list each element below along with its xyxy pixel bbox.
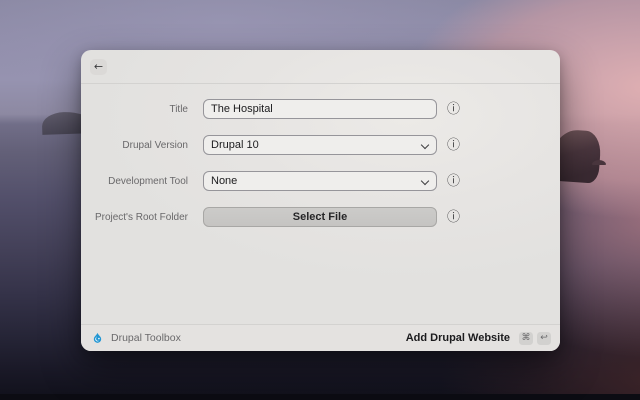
command-key-icon: ⌘ (519, 332, 533, 345)
app-name: Drupal Toolbox (111, 332, 181, 344)
drupal-toolbox-window: ← Title ⓘ Drupal Version Drupal 10 ⓘ Dev… (81, 50, 560, 351)
drupal-version-value: Drupal 10 (211, 139, 259, 151)
rock-silhouette (592, 160, 606, 165)
form-row-root-folder: Project's Root Folder Select File ⓘ (81, 207, 560, 227)
info-icon[interactable]: ⓘ (447, 175, 460, 188)
form-row-title: Title ⓘ (81, 99, 560, 119)
form-area: Title ⓘ Drupal Version Drupal 10 ⓘ Devel… (81, 84, 560, 324)
window-header: ← (81, 50, 560, 84)
back-button[interactable]: ← (90, 59, 107, 75)
development-tool-label: Development Tool (81, 176, 188, 187)
title-label: Title (81, 104, 188, 115)
info-icon[interactable]: ⓘ (447, 139, 460, 152)
drupal-version-label: Drupal Version (81, 140, 188, 151)
drupal-version-select[interactable]: Drupal 10 (203, 135, 437, 155)
info-icon[interactable]: ⓘ (447, 211, 460, 224)
title-input[interactable] (203, 99, 437, 119)
window-footer: Drupal Toolbox Add Drupal Website ⌘ ↩ (81, 324, 560, 351)
development-tool-value: None (211, 175, 237, 187)
return-key-icon: ↩ (537, 332, 551, 345)
info-icon[interactable]: ⓘ (447, 103, 460, 116)
select-file-button[interactable]: Select File (203, 207, 437, 227)
root-folder-label: Project's Root Folder (81, 212, 188, 223)
add-drupal-website-button[interactable]: Add Drupal Website ⌘ ↩ (406, 332, 551, 345)
development-tool-select[interactable]: None (203, 171, 437, 191)
form-row-development-tool: Development Tool None ⓘ (81, 171, 560, 191)
screen-edge (0, 394, 640, 400)
add-drupal-website-label: Add Drupal Website (406, 332, 510, 344)
form-row-drupal-version: Drupal Version Drupal 10 ⓘ (81, 135, 560, 155)
drupal-logo-icon (91, 332, 104, 345)
